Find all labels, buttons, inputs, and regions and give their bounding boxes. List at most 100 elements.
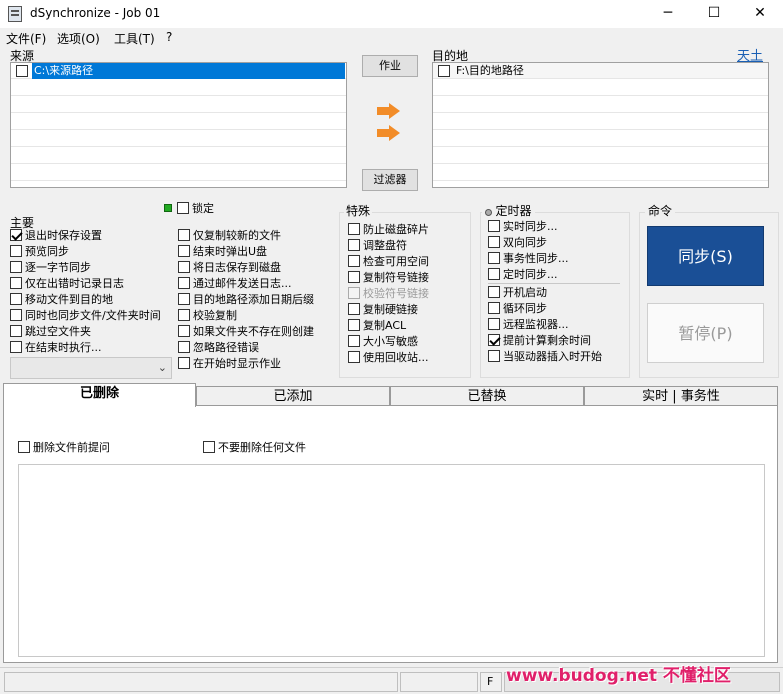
main-col1-option[interactable]: 退出时保存设置 bbox=[10, 228, 102, 243]
timer-option[interactable]: 定时同步... bbox=[488, 267, 558, 282]
main-col2-option[interactable]: 通过邮件发送日志... bbox=[178, 276, 292, 291]
minimize-button[interactable]: ─ bbox=[645, 0, 691, 28]
main-col1-checkbox[interactable] bbox=[10, 245, 22, 257]
main-col2-checkbox[interactable] bbox=[178, 293, 190, 305]
timer-checkbox[interactable] bbox=[488, 334, 500, 346]
sync-button[interactable]: 同步(S) bbox=[647, 226, 764, 286]
main-col2-checkbox[interactable] bbox=[178, 357, 190, 369]
dest-list[interactable]: F:\目的地路径 bbox=[432, 62, 769, 188]
special-option[interactable]: 使用回收站... bbox=[348, 350, 429, 365]
special-option[interactable]: 复制符号链接 bbox=[348, 270, 429, 285]
special-checkbox[interactable] bbox=[348, 239, 360, 251]
special-checkbox[interactable] bbox=[348, 223, 360, 235]
timer-checkbox[interactable] bbox=[488, 236, 500, 248]
main-col1-checkbox[interactable] bbox=[10, 309, 22, 321]
main-col1-option[interactable]: 逐一字节同步 bbox=[10, 260, 91, 275]
special-option[interactable]: 复制硬链接 bbox=[348, 302, 418, 317]
main-col1-checkbox[interactable] bbox=[10, 277, 22, 289]
main-col1-checkbox[interactable] bbox=[10, 261, 22, 273]
timer-option[interactable]: 开机启动 bbox=[488, 285, 547, 300]
execute-dropdown[interactable]: ⌄ bbox=[10, 357, 172, 379]
special-option[interactable]: 复制ACL bbox=[348, 318, 406, 333]
timer-checkbox[interactable] bbox=[488, 252, 500, 264]
special-checkbox[interactable] bbox=[348, 351, 360, 363]
special-checkbox[interactable] bbox=[348, 255, 360, 267]
main-col2-option[interactable]: 校验复制 bbox=[178, 308, 237, 323]
menu-tools[interactable]: 工具(T) bbox=[114, 30, 155, 47]
main-col2-option[interactable]: 仅复制较新的文件 bbox=[178, 228, 281, 243]
dest-row[interactable]: F:\目的地路径 bbox=[433, 63, 768, 79]
timer-option[interactable]: 当驱动器插入时开始 bbox=[488, 349, 602, 364]
dest-row-checkbox[interactable] bbox=[438, 65, 450, 77]
main-col2-option[interactable]: 结束时弹出U盘 bbox=[178, 244, 267, 259]
source-row[interactable]: C:\来源路径 bbox=[11, 63, 346, 79]
main-col2-checkbox[interactable] bbox=[178, 261, 190, 273]
confirm-delete-option[interactable]: 删除文件前提问 bbox=[18, 440, 110, 455]
main-col1-checkbox[interactable] bbox=[10, 229, 22, 241]
timer-option[interactable]: 实时同步... bbox=[488, 219, 558, 234]
main-col2-option[interactable]: 如果文件夹不存在则创建 bbox=[178, 324, 314, 339]
main-col2-checkbox[interactable] bbox=[178, 229, 190, 241]
main-col2-option[interactable]: 忽略路径错误 bbox=[178, 340, 259, 355]
main-col1-checkbox[interactable] bbox=[10, 341, 22, 353]
app-icon[interactable] bbox=[8, 6, 22, 22]
never-delete-option[interactable]: 不要删除任何文件 bbox=[203, 440, 306, 455]
menu-help[interactable]: ? bbox=[166, 30, 172, 44]
special-checkbox[interactable] bbox=[348, 319, 360, 331]
main-col1-checkbox[interactable] bbox=[10, 325, 22, 337]
timer-checkbox[interactable] bbox=[488, 220, 500, 232]
special-option[interactable]: 调整盘符 bbox=[348, 238, 407, 253]
tab-realtime[interactable]: 实时 | 事务性 bbox=[584, 386, 778, 406]
main-col2-checkbox[interactable] bbox=[178, 309, 190, 321]
timer-option[interactable]: 提前计算剩余时间 bbox=[488, 333, 591, 348]
deleted-files-list[interactable] bbox=[18, 464, 765, 657]
dest-path[interactable]: F:\目的地路径 bbox=[456, 63, 524, 79]
timer-option[interactable]: 事务性同步... bbox=[488, 251, 569, 266]
source-list[interactable]: C:\来源路径 bbox=[10, 62, 347, 188]
main-col1-option[interactable]: 同时也同步文件/文件夹时间 bbox=[10, 308, 161, 323]
main-col1-option[interactable]: 在结束时执行... bbox=[10, 340, 102, 355]
main-col1-option[interactable]: 仅在出错时记录日志 bbox=[10, 276, 124, 291]
main-col2-option[interactable]: 将日志保存到磁盘 bbox=[178, 260, 281, 275]
timer-option[interactable]: 循环同步 bbox=[488, 301, 547, 316]
lock-checkbox[interactable] bbox=[177, 202, 189, 214]
tab-replaced[interactable]: 已替换 bbox=[390, 386, 584, 406]
filter-button[interactable]: 过滤器 bbox=[362, 169, 418, 191]
timer-option[interactable]: 远程监视器... bbox=[488, 317, 569, 332]
menu-options[interactable]: 选项(O) bbox=[57, 30, 100, 47]
main-col2-option[interactable]: 在开始时显示作业 bbox=[178, 356, 281, 371]
special-option[interactable]: 大小写敏感 bbox=[348, 334, 418, 349]
main-col1-option[interactable]: 预览同步 bbox=[10, 244, 69, 259]
job-button[interactable]: 作业 bbox=[362, 55, 418, 77]
tab-deleted[interactable]: 已删除 bbox=[3, 383, 196, 407]
timer-checkbox[interactable] bbox=[488, 268, 500, 280]
menu-file[interactable]: 文件(F) bbox=[6, 30, 46, 47]
timer-checkbox[interactable] bbox=[488, 302, 500, 314]
main-col2-option[interactable]: 目的地路径添加日期后缀 bbox=[178, 292, 314, 307]
special-checkbox[interactable] bbox=[348, 303, 360, 315]
close-button[interactable]: ✕ bbox=[737, 0, 783, 28]
main-col2-checkbox[interactable] bbox=[178, 325, 190, 337]
timer-checkbox[interactable] bbox=[488, 286, 500, 298]
tab-added[interactable]: 已添加 bbox=[196, 386, 390, 406]
confirm-delete-checkbox[interactable] bbox=[18, 441, 30, 453]
main-col1-checkbox[interactable] bbox=[10, 293, 22, 305]
special-option[interactable]: 防止磁盘碎片 bbox=[348, 222, 429, 237]
main-col2-checkbox[interactable] bbox=[178, 277, 190, 289]
timer-checkbox[interactable] bbox=[488, 350, 500, 362]
main-col1-option[interactable]: 移动文件到目的地 bbox=[10, 292, 113, 307]
main-col2-checkbox[interactable] bbox=[178, 341, 190, 353]
special-option[interactable]: 检查可用空间 bbox=[348, 254, 429, 269]
main-col1-option[interactable]: 跳过空文件夹 bbox=[10, 324, 91, 339]
source-path[interactable]: C:\来源路径 bbox=[32, 63, 345, 79]
lock-option[interactable]: 锁定 bbox=[177, 201, 214, 216]
main-col2-checkbox[interactable] bbox=[178, 245, 190, 257]
maximize-button[interactable]: ☐ bbox=[691, 0, 737, 28]
timer-option[interactable]: 双向同步 bbox=[488, 235, 547, 250]
pause-button[interactable]: 暂停(P) bbox=[647, 303, 764, 363]
source-row-checkbox[interactable] bbox=[16, 65, 28, 77]
special-checkbox[interactable] bbox=[348, 335, 360, 347]
special-checkbox[interactable] bbox=[348, 271, 360, 283]
timer-checkbox[interactable] bbox=[488, 318, 500, 330]
never-delete-checkbox[interactable] bbox=[203, 441, 215, 453]
